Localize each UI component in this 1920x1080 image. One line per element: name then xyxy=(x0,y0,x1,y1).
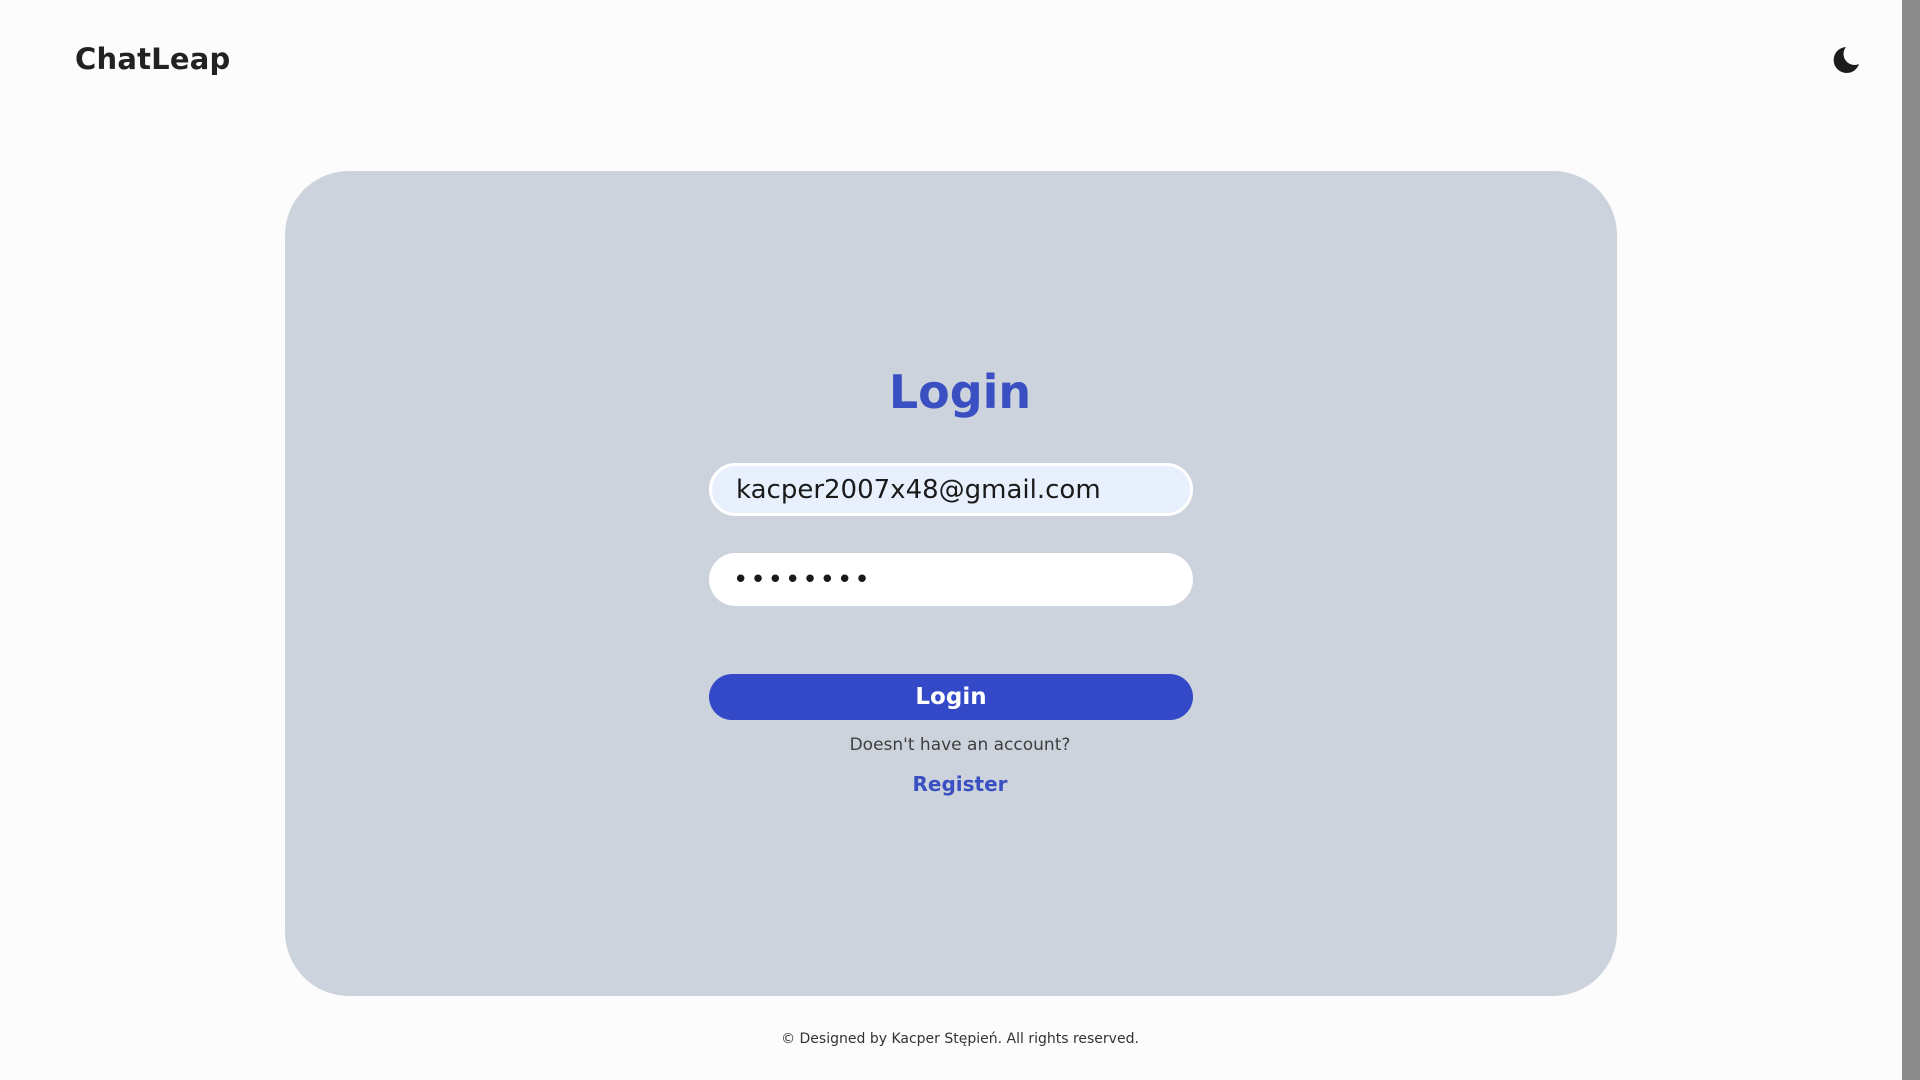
password-field[interactable] xyxy=(709,553,1193,606)
brand-logo[interactable]: ChatLeap xyxy=(75,42,230,76)
email-field[interactable] xyxy=(709,463,1193,516)
theme-toggle-button[interactable] xyxy=(1824,40,1864,80)
page: ChatLeap Login Login Doesn't have an acc… xyxy=(0,0,1920,1080)
register-link[interactable]: Register xyxy=(0,772,1920,796)
footer-copyright: © Designed by Kacper Stępień. All rights… xyxy=(781,1031,1139,1047)
moon-icon xyxy=(1824,40,1864,80)
no-account-text: Doesn't have an account? xyxy=(849,735,1071,755)
vertical-scrollbar[interactable] xyxy=(1902,0,1920,1080)
login-title: Login xyxy=(888,365,1032,419)
login-button[interactable]: Login xyxy=(709,674,1193,720)
